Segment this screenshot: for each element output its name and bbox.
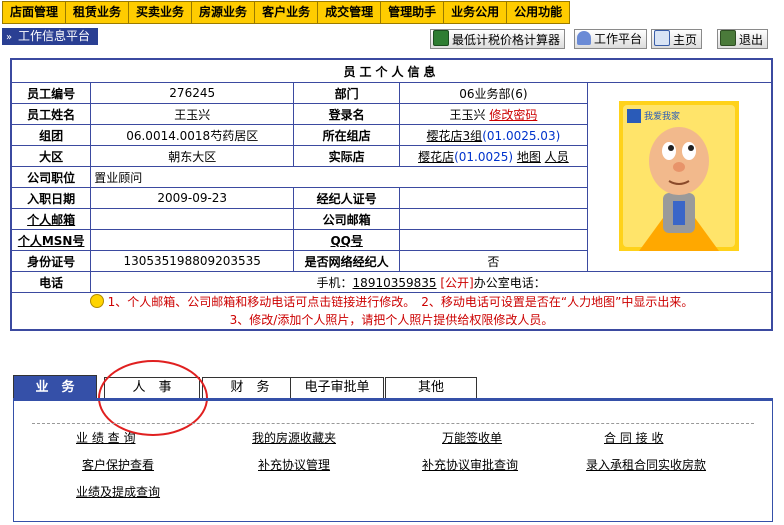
value-msn[interactable] [90,229,295,251]
value-net-agent: 否 [399,250,588,272]
store-group-link[interactable]: 樱花店3组 [427,129,483,143]
employee-info-panel: 员工个人信息 员工编号 276245 部门 06业务部(6) 我爱我家 员工姓名… [10,58,773,331]
tab-business[interactable]: 业 务 [13,375,97,400]
value-login-cell: 王玉兴 修改密码 [399,103,588,125]
change-password-link[interactable]: 修改密码 [489,108,537,122]
top-menu: 店面管理 租赁业务 买卖业务 房源业务 客户业务 成交管理 管理助手 业务公用 … [0,0,784,24]
value-qq[interactable] [399,229,588,251]
label-join-date: 入职日期 [10,187,92,209]
link-customer-protection[interactable]: 客户保护查看 [82,456,154,473]
calculator-icon [433,30,449,46]
link-performance-query[interactable]: 业 绩 查 询 [76,429,135,446]
value-email[interactable] [90,208,295,230]
tab-e-approval[interactable]: 电子审批单 [290,377,384,398]
value-actual-store-cell: 樱花店(01.0025) 地图 人员 [399,145,588,167]
label-dept: 部门 [293,82,401,104]
label-company-email: 公司邮箱 [293,208,401,230]
smiley-icon [89,294,104,308]
office-phone-label: 办公室电话： [473,275,546,290]
menu-store-management[interactable]: 店面管理 [3,2,67,23]
actual-store-code: (01.0025) [454,149,514,164]
tab-finance[interactable]: 财 务 [202,377,298,398]
info-title: 员工个人信息 [11,59,772,83]
user-icon [577,31,591,45]
label-phone: 电话 [10,271,92,293]
value-store-group-cell: 樱花店3组(01.0025.03) [399,124,588,146]
label-login: 登录名 [293,103,401,125]
home-button[interactable]: 主页 [651,29,703,49]
value-join-date: 2009-09-23 [90,187,295,209]
tab-content: 业 绩 查 询 我的房源收藏夹 万能签收单 合 同 接 收 客户保护查看 补充协… [13,398,773,522]
menu-common-functions[interactable]: 公用功能 [507,2,570,23]
link-lease-contract-entry[interactable]: 录入承租合同实收房款 [586,456,706,473]
photo-logo-text: 我爱我家 [644,110,680,122]
workbench-button[interactable]: 工作平台 [574,29,648,49]
label-msn-link[interactable]: 个人MSN号 [10,229,92,251]
map-link[interactable]: 地图 [517,150,541,164]
menu-rental[interactable]: 租赁业务 [66,2,130,23]
label-qq-link[interactable]: QQ号 [293,229,401,251]
people-link[interactable]: 人员 [545,150,569,164]
menu-customers[interactable]: 客户业务 [255,2,319,23]
notice-cell: 1、个人邮箱、公司邮箱和移动电话可点击链接进行修改。 2、移动电话可设置是否在“… [11,292,772,330]
tab-bar: 业 务 人 事 财 务 电子审批单 其他 [13,375,771,400]
platform-title: 工作信息平台 [17,29,90,43]
value-phone-cell: 手机：18910359835 [公开]办公室电话： [90,271,772,293]
mobile-link[interactable]: 18910359835 [353,276,437,290]
public-flag[interactable]: [公开] [440,276,473,290]
exit-icon [720,30,736,46]
menu-sales[interactable]: 买卖业务 [129,2,193,23]
link-supplement-approval-query[interactable]: 补充协议审批查询 [422,456,518,473]
label-id-card: 身份证号 [10,250,92,272]
value-region: 朝东大区 [90,145,295,167]
value-login-name: 王玉兴 [449,107,486,122]
employee-photo: 我爱我家 [619,100,740,251]
actual-store-link[interactable]: 樱花店 [418,150,454,164]
home-icon [654,30,670,46]
sub-bar: » 工作信息平台 最低计税价格计算器 工作平台 主页 退出 [0,25,784,49]
value-company-email [399,208,588,230]
menu-assistant[interactable]: 管理助手 [381,2,445,23]
label-position: 公司职位 [10,166,92,188]
link-performance-commission-query[interactable]: 业绩及提成查询 [76,483,160,500]
value-agent-cert [399,187,588,209]
label-agent-cert: 经纪人证号 [293,187,401,209]
value-position: 置业顾问 [90,166,588,188]
logout-button[interactable]: 退出 [717,29,769,49]
menu-deals[interactable]: 成交管理 [318,2,382,23]
divider [32,423,754,424]
link-my-listing-favorites[interactable]: 我的房源收藏夹 [252,429,336,446]
double-arrow-icon: » [6,32,13,43]
label-region: 大区 [10,145,92,167]
notice-line-1: 1、个人邮箱、公司邮箱和移动电话可点击链接进行修改。 2、移动电话可设置是否在“… [15,293,768,311]
link-contract-receive[interactable]: 合 同 接 收 [604,429,663,446]
label-emp-no: 员工编号 [10,82,92,104]
tab-hr[interactable]: 人 事 [104,377,200,398]
notice-line-2: 3、修改/添加个人照片，请把个人照片提供给权限修改人员。 [229,313,554,327]
value-dept: 06业务部(6) [399,82,588,104]
menu-business-common[interactable]: 业务公用 [444,2,508,23]
label-group: 组团 [10,124,92,146]
value-id-card: 130535198809203535 [90,250,295,272]
label-email-link[interactable]: 个人邮箱 [10,208,92,230]
phone-prefix: 手机： [316,275,353,290]
store-group-code: (01.0025.03) [482,128,561,143]
label-net-agent: 是否网络经纪人 [293,250,401,272]
platform-label: » 工作信息平台 [2,28,98,45]
value-emp-name: 王玉兴 [90,103,295,125]
tax-calculator-button[interactable]: 最低计税价格计算器 [430,29,566,49]
tab-other[interactable]: 其他 [385,377,477,398]
photo-cell: 我爱我家 [586,82,773,272]
value-group: 06.0014.0018芍药居区 [90,124,295,146]
link-universal-receipt[interactable]: 万能签收单 [442,429,502,446]
link-supplement-agreement-mgmt[interactable]: 补充协议管理 [258,456,330,473]
label-emp-name: 员工姓名 [10,103,92,125]
label-actual-store: 实际店 [293,145,401,167]
top-menu-bar: 店面管理 租赁业务 买卖业务 房源业务 客户业务 成交管理 管理助手 业务公用 … [2,1,571,24]
label-store-group: 所在组店 [293,124,401,146]
value-emp-no: 276245 [90,82,295,104]
menu-listings[interactable]: 房源业务 [192,2,256,23]
